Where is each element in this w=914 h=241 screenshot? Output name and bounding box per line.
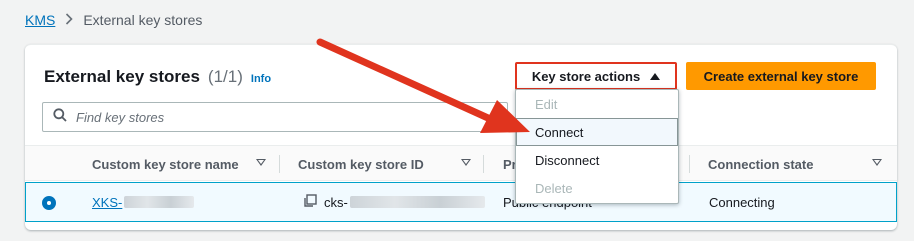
row-select-radio[interactable] [42, 196, 56, 210]
create-button-label: Create external key store [703, 68, 859, 84]
menu-item-delete[interactable]: Delete [516, 174, 678, 202]
column-header-label: Custom key store name [92, 156, 239, 172]
key-store-name-link[interactable]: XKS- [92, 195, 122, 210]
info-link[interactable]: Info [251, 73, 271, 85]
menu-item-disconnect[interactable]: Disconnect [516, 146, 678, 174]
page-title: External key stores [44, 67, 200, 86]
sort-down-icon[interactable] [872, 159, 882, 166]
caret-up-icon [650, 72, 661, 80]
column-header-label: Custom key store ID [298, 156, 424, 172]
redacted-text [349, 196, 485, 208]
column-header-label: Connection state [708, 156, 814, 172]
store-count: (1/1) [207, 67, 243, 86]
key-store-id-cell: cks- [303, 183, 485, 221]
search-input[interactable] [76, 109, 496, 125]
external-key-stores-panel: External key stores (1/1) Info Key store… [25, 44, 897, 230]
breadcrumb-current: External key stores [83, 12, 203, 28]
key-store-actions-label: Key store actions [531, 68, 641, 84]
panel-header: External key stores (1/1) Info [44, 67, 271, 87]
menu-item-edit[interactable]: Edit [516, 90, 678, 118]
search-box [42, 102, 508, 132]
menu-item-connect[interactable]: Connect [516, 118, 678, 146]
breadcrumb: KMS External key stores [25, 12, 202, 28]
connection-state-cell: Connecting [709, 194, 775, 210]
column-divider[interactable] [483, 155, 484, 173]
column-divider[interactable] [689, 155, 690, 173]
sort-down-icon[interactable] [461, 159, 471, 166]
table-row[interactable]: XKS- cks- Public endpoint Connecting [25, 182, 897, 222]
column-header-id[interactable]: Custom key store ID [298, 146, 471, 182]
search-icon [53, 107, 67, 127]
chevron-right-icon [65, 12, 73, 28]
table-header: Custom key store name Custom key store I… [25, 145, 897, 181]
key-store-actions-menu: Edit Connect Disconnect Delete [515, 89, 679, 204]
key-store-id: cks- [324, 194, 348, 210]
redacted-text [124, 196, 195, 208]
column-divider[interactable] [279, 155, 280, 173]
sort-down-icon[interactable] [256, 159, 266, 166]
create-external-key-store-button[interactable]: Create external key store [686, 62, 876, 90]
copy-icon[interactable] [303, 193, 324, 211]
breadcrumb-kms-link[interactable]: KMS [25, 12, 55, 28]
column-header-connection-state[interactable]: Connection state [708, 146, 882, 182]
column-header-name[interactable]: Custom key store name [92, 146, 266, 182]
key-store-name-cell: XKS- [92, 183, 195, 221]
key-store-actions-button[interactable]: Key store actions [515, 62, 677, 90]
